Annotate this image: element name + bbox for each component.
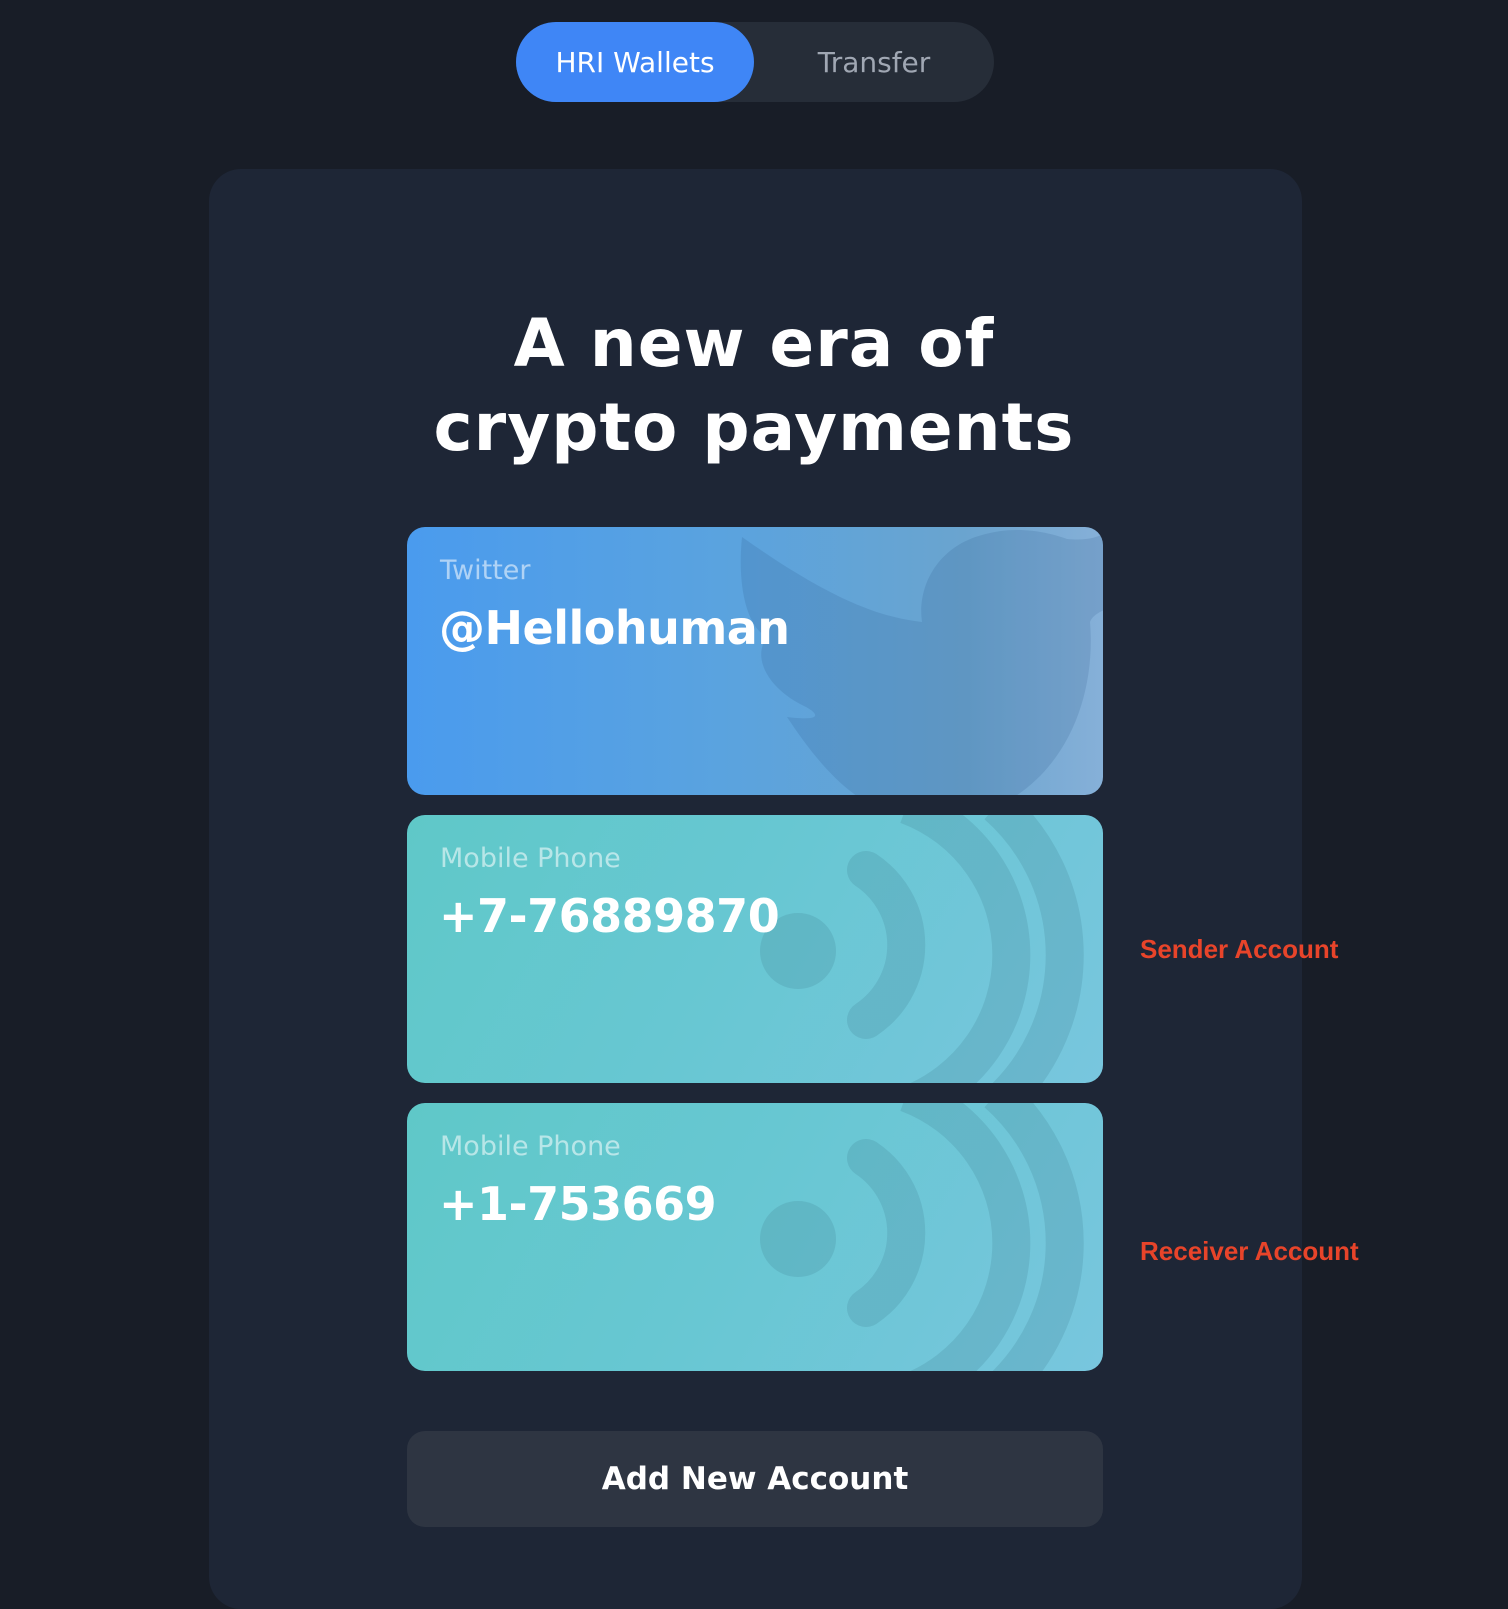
tab-transfer[interactable]: Transfer [754, 22, 994, 102]
account-handle: @Hellohuman [439, 601, 790, 655]
account-phone-number: +1-753669 [439, 1177, 717, 1231]
account-type-label: Mobile Phone [440, 1131, 621, 1162]
add-new-account-button[interactable]: Add New Account [407, 1431, 1103, 1527]
account-card-sender[interactable]: Mobile Phone +7-76889870 [407, 815, 1103, 1083]
hero-title-line-2: crypto payments [433, 389, 1075, 466]
account-card-receiver[interactable]: Mobile Phone +1-753669 [407, 1103, 1103, 1371]
account-type-label: Twitter [440, 555, 531, 586]
account-type-label: Mobile Phone [440, 843, 621, 874]
tab-hri-wallets[interactable]: HRI Wallets [516, 22, 754, 102]
receiver-account-annotation: Receiver Account [1140, 1236, 1359, 1266]
sender-account-annotation: Sender Account [1140, 934, 1339, 964]
wallet-tabs: HRI Wallets Transfer [516, 22, 994, 102]
hero-title-line-1: A new era of [513, 305, 995, 382]
hero-title: A new era of crypto payments [0, 302, 1508, 470]
account-card-twitter[interactable]: Twitter @Hellohuman [407, 527, 1103, 795]
account-phone-number: +7-76889870 [439, 889, 780, 943]
